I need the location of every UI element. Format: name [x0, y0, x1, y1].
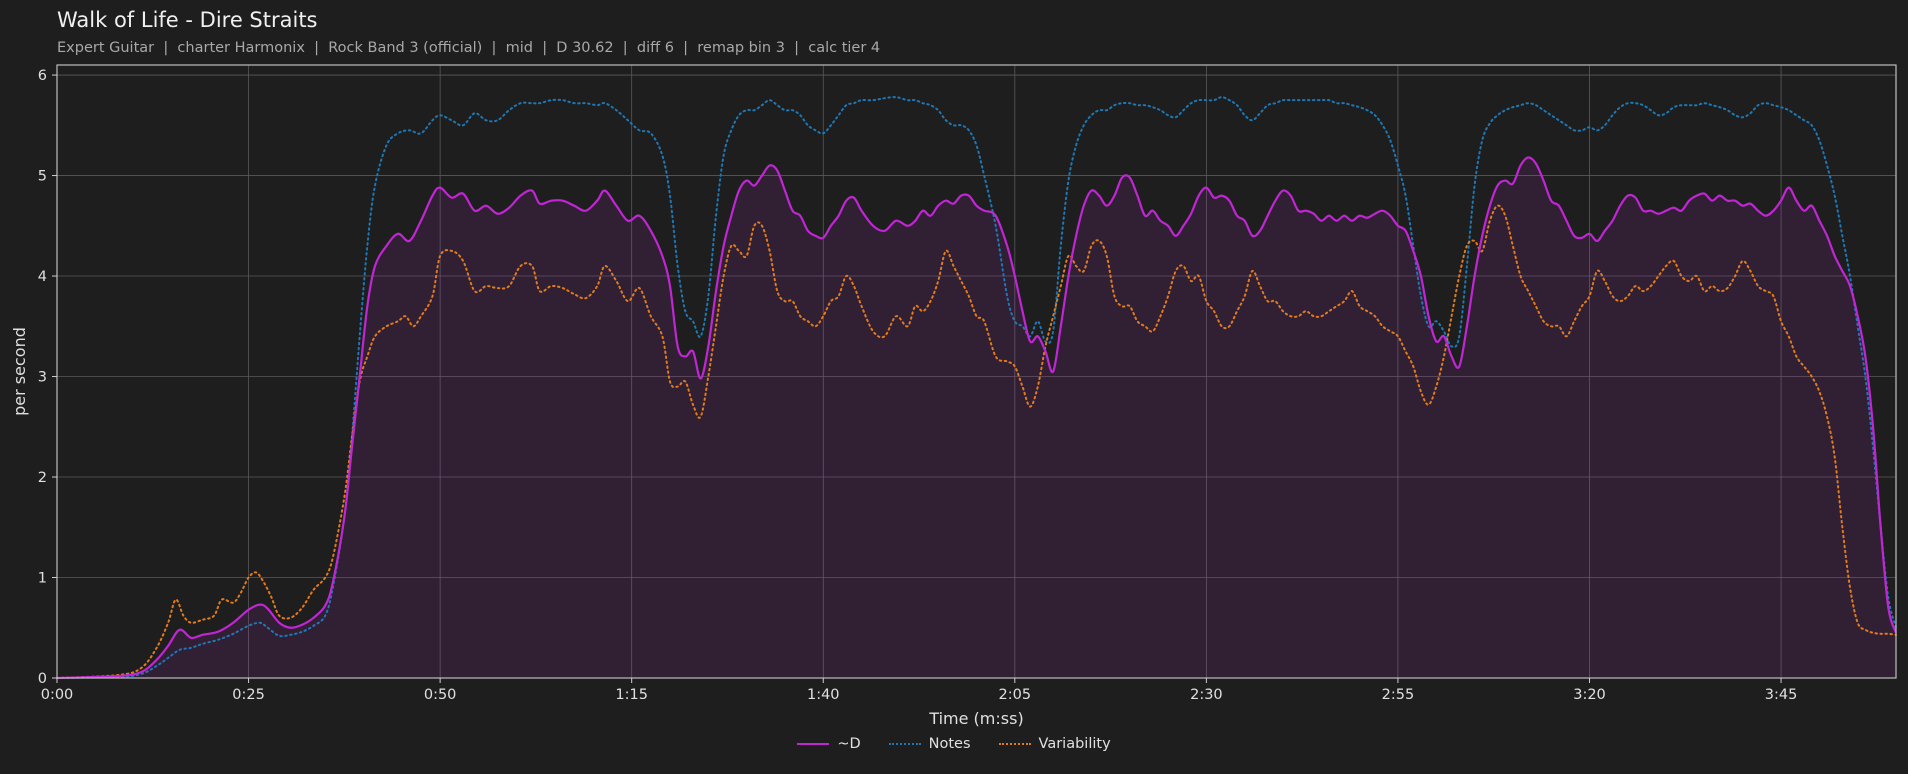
- legend-label-variability: Variability: [1038, 736, 1111, 752]
- x-tick-label: 1:40: [807, 687, 840, 703]
- legend-item-variability: Variability: [998, 736, 1111, 752]
- legend-label-d: ~D: [837, 736, 861, 752]
- x-tick-label: 3:20: [1573, 687, 1606, 703]
- y-tick-label: 6: [38, 68, 47, 84]
- y-tick-label: 4: [38, 269, 47, 285]
- legend-item-notes: Notes: [888, 736, 971, 752]
- x-tick-label: 0:50: [424, 687, 457, 703]
- y-axis-label: per second: [10, 327, 29, 416]
- chart-plot: 0:00 0:25 0:50 1:15 1:40 2:05 2:30 2:55 3:20 3:45…: [10, 64, 1898, 728]
- legend-swatch-variability: [998, 743, 1031, 745]
- y-tick-label: 3: [38, 370, 47, 386]
- x-tick-label: 1:15: [615, 687, 648, 703]
- legend: ~D Notes Variability: [0, 736, 1908, 752]
- legend-swatch-d: [797, 743, 830, 745]
- x-axis-label: Time (m:ss): [928, 709, 1023, 728]
- legend-item-d: ~D: [797, 736, 861, 752]
- x-tick-label: 0:25: [232, 687, 265, 703]
- y-tick-label: 2: [38, 470, 47, 486]
- x-tick-label: 2:55: [1382, 687, 1415, 703]
- legend-label-notes: Notes: [928, 736, 971, 752]
- y-tick-label: 1: [38, 571, 47, 587]
- x-tick-label: 2:30: [1190, 687, 1223, 703]
- x-tick-label: 3:45: [1765, 687, 1798, 703]
- x-tick-label: 2:05: [999, 687, 1032, 703]
- legend-swatch-notes: [888, 743, 921, 745]
- y-tick-label: 0: [38, 671, 47, 687]
- y-tick-label: 5: [38, 169, 47, 185]
- x-tick-label: 0:00: [41, 687, 74, 703]
